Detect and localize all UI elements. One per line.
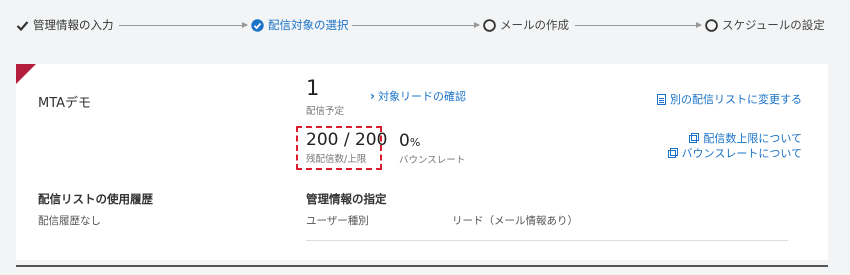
- check-leads-link[interactable]: › 対象リードの確認: [370, 88, 466, 104]
- chevron-right-icon: ›: [370, 89, 375, 103]
- document-icon: [657, 93, 666, 105]
- change-list-link[interactable]: 別の配信リストに変更する: [657, 91, 802, 107]
- bounce-rate-label: バウンスレート: [399, 155, 466, 166]
- history-title: 配信リストの使用履歴: [38, 192, 153, 206]
- check-leads-label: 対象リードの確認: [377, 90, 466, 103]
- list-name: MTAデモ: [38, 96, 92, 111]
- external-window-icon: [667, 148, 678, 158]
- step-label: 配信対象の選択: [268, 18, 349, 32]
- step-label: メールの作成: [500, 18, 569, 32]
- step-label: 管理情報の入力: [33, 18, 114, 32]
- step-connector: [352, 22, 480, 28]
- check-circle-icon: [251, 18, 264, 32]
- mgmt-row: ユーザー種別 リード（メール情報あり）: [306, 213, 788, 241]
- bounce-rate-value: 0%: [399, 132, 420, 151]
- delivery-list-card: MTAデモ 1 配信予定 › 対象リードの確認 別の配信リストに変更する 200…: [16, 64, 828, 260]
- step-label: スケジュールの設定: [722, 18, 825, 32]
- remaining-label: 残配信数/上限: [306, 154, 367, 165]
- bounce-number: 0: [399, 131, 410, 151]
- remaining-count: 200 / 200: [306, 130, 388, 150]
- bounce-about-label: バウンスレートについて: [681, 147, 802, 160]
- step-create-mail[interactable]: メールの作成: [483, 17, 569, 33]
- mgmt-key: ユーザー種別: [306, 215, 369, 227]
- limit-about-link[interactable]: 配信数上限について: [689, 130, 802, 146]
- checkmark-icon: [16, 19, 29, 32]
- external-window-icon: [689, 133, 700, 143]
- history-value: 配信履歴なし: [38, 215, 101, 227]
- change-list-label: 別の配信リストに変更する: [670, 93, 802, 106]
- corner-ribbon: [16, 64, 36, 84]
- circle-icon: [483, 18, 496, 32]
- step-connector: [119, 22, 248, 28]
- mgmt-value: リード（メール情報あり）: [452, 215, 578, 227]
- step-schedule[interactable]: スケジュールの設定: [705, 17, 825, 33]
- bounce-unit: %: [409, 136, 421, 149]
- step-management-info[interactable]: 管理情報の入力: [16, 17, 114, 33]
- progress-stepper: 管理情報の入力 配信対象の選択 メールの作成 スケジュールの設定: [0, 0, 850, 50]
- limit-about-label: 配信数上限について: [703, 132, 802, 145]
- circle-icon: [705, 18, 718, 32]
- mgmt-title: 管理情報の指定: [306, 192, 387, 206]
- step-connector: [575, 22, 702, 28]
- divider: [16, 265, 828, 267]
- step-select-target[interactable]: 配信対象の選択: [251, 17, 349, 33]
- planned-label: 配信予定: [306, 106, 345, 117]
- bounce-about-link[interactable]: バウンスレートについて: [667, 145, 802, 161]
- planned-count: 1: [306, 76, 320, 100]
